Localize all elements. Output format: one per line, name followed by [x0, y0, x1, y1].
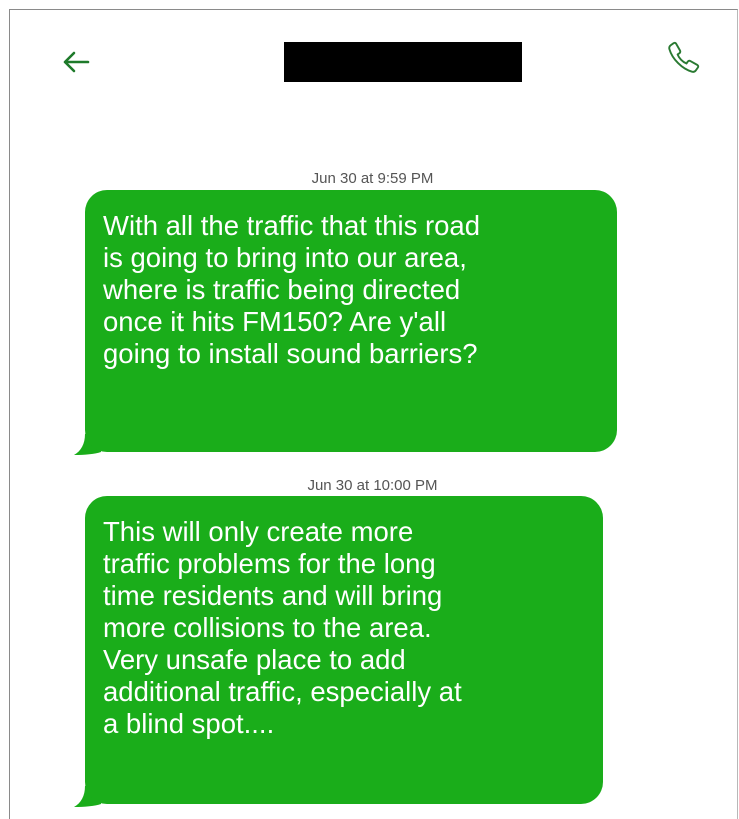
- message-bubble[interactable]: This will only create more traffic probl…: [85, 496, 603, 804]
- message-bubble[interactable]: With all the traffic that this road is g…: [85, 190, 617, 452]
- message-timestamp: Jun 30 at 10:00 PM: [307, 477, 438, 494]
- conversation-window: Jun 30 at 9:59 PM With all the traffic t…: [9, 9, 738, 819]
- message-timestamp: Jun 30 at 9:59 PM: [311, 170, 434, 187]
- message-text: This will only create more traffic probl…: [103, 516, 462, 739]
- message-text: With all the traffic that this road is g…: [103, 210, 481, 369]
- conversation-header: [10, 10, 737, 120]
- phone-icon: [668, 41, 700, 73]
- call-button[interactable]: [663, 36, 705, 78]
- contact-name-redacted: [284, 42, 522, 82]
- back-button[interactable]: [58, 44, 94, 80]
- arrow-left-icon: [63, 51, 90, 73]
